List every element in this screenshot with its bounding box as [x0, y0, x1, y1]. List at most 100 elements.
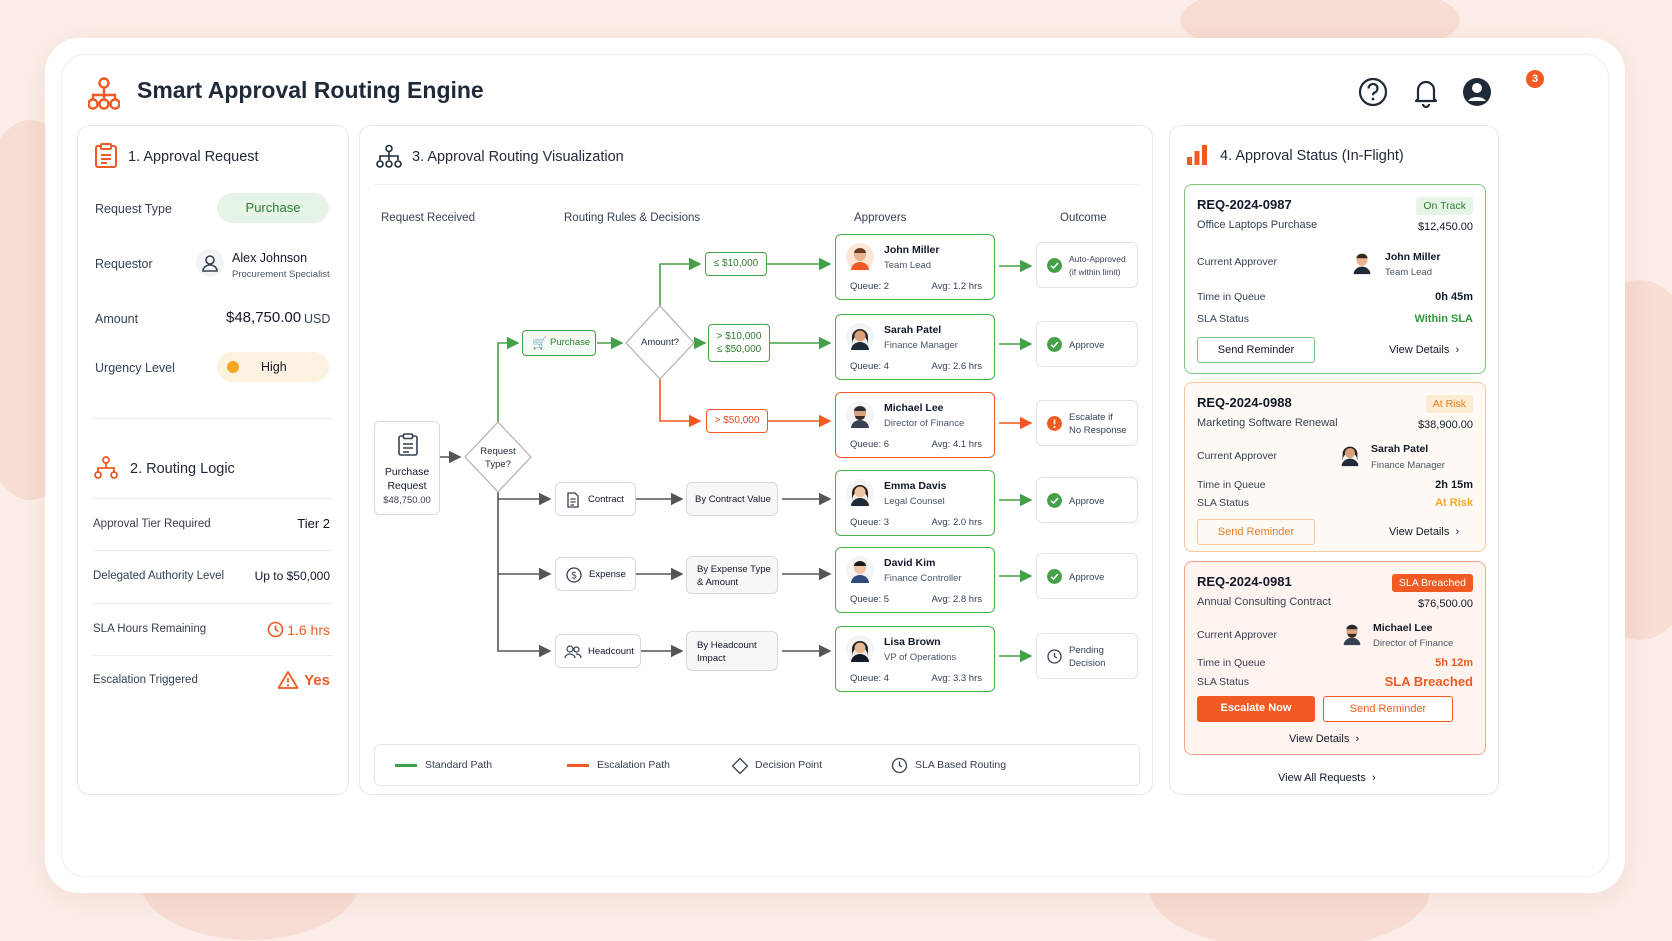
alert-circle-icon [1047, 416, 1062, 431]
help-icon[interactable] [1356, 75, 1390, 109]
time-in-queue-label: Time in Queue [1197, 479, 1266, 491]
approver-avg: Avg: 4.1 hrs [931, 439, 982, 450]
view-all-requests-link[interactable]: View All Requests › [1278, 772, 1376, 784]
sla-status-value: At Risk [1435, 497, 1473, 509]
send-reminder-button[interactable]: Send Reminder [1197, 519, 1315, 545]
approver-card-michael-lee[interactable]: Michael Lee Director of Finance Queue: 6… [835, 392, 995, 458]
outcome-line2: (if within limit) [1069, 267, 1121, 277]
clock-icon [1047, 649, 1062, 664]
tier-value: Tier 2 [297, 516, 330, 531]
sla-hours-value: 1.6 hrs [287, 622, 330, 638]
bar-chart-icon [1187, 145, 1207, 165]
status-card-req-0981[interactable]: REQ-2024-0981 Annual Consulting Contract… [1184, 561, 1486, 755]
approver-queue: Queue: 2 [850, 281, 890, 292]
app-frame: Smart Approval Routing Engine 3 1. Appro… [61, 54, 1609, 877]
clipboard-icon [95, 143, 117, 168]
headcount-rule-node: By Headcount Impact [686, 631, 778, 671]
view-all-text: View All Requests [1278, 772, 1366, 784]
status-panel-title: 4. Approval Status (In-Flight) [1220, 148, 1404, 164]
escalation-value: Yes [304, 672, 330, 689]
purchase-request-node[interactable]: Purchase Request $48,750.00 [374, 421, 440, 515]
legend-sla-routing: SLA Based Routing [915, 759, 1007, 771]
status-card-req-0988[interactable]: REQ-2024-0988 Marketing Software Renewal… [1184, 382, 1486, 552]
user-avatar-icon[interactable] [1460, 75, 1494, 109]
contract-rule-node: By Contract Value [686, 482, 778, 516]
outcome-line1: Approve [1069, 340, 1105, 351]
request-desc: Office Laptops Purchase [1197, 219, 1318, 231]
routing-logic-title: 2. Routing Logic [130, 461, 235, 477]
outcome-line2: Decision [1069, 658, 1106, 669]
row-divider [93, 603, 333, 604]
approver-card-john-miller[interactable]: John Miller Team Lead Queue: 2 Avg: 1.2 … [835, 234, 995, 300]
tier-label: Approval Tier Required [93, 518, 211, 530]
approver-queue: Queue: 5 [850, 594, 890, 605]
warning-icon [277, 671, 299, 689]
avatar-icon [1337, 441, 1363, 467]
amount-label: Amount [95, 312, 139, 326]
approver-name: Sarah Patel [884, 324, 942, 336]
notification-badge: 3 [1526, 70, 1544, 88]
source-amount: $48,750.00 [383, 495, 431, 506]
avatar-icon [846, 401, 874, 429]
approver-card-lisa-brown[interactable]: Lisa Brown VP of Operations Queue: 4 Avg… [835, 626, 995, 692]
approver-card-david-kim[interactable]: David Kim Finance Controller Queue: 5 Av… [835, 547, 995, 613]
row-divider [93, 550, 333, 551]
view-details-text: View Details [1389, 526, 1450, 538]
urgency-label: Urgency Level [95, 361, 175, 375]
tier-2-line2: ≤ $50,000 [716, 344, 762, 355]
avatar-icon [846, 556, 874, 584]
avatar-icon [846, 323, 874, 351]
approver-name: Michael Lee [884, 402, 944, 414]
view-details-link[interactable]: View Details › [1389, 526, 1459, 538]
outcome-approve-3: Approve [1036, 553, 1138, 599]
app-title: Smart Approval Routing Engine [137, 77, 484, 103]
request-panel: 1. Approval Request Request Type Purchas… [77, 125, 349, 795]
amount-currency: USD [304, 312, 331, 326]
approver-role: Finance Manager [1371, 460, 1445, 471]
tier-2-tag: > $10,000 ≤ $50,000 [708, 324, 770, 362]
request-desc: Annual Consulting Contract [1197, 596, 1331, 608]
avatar-icon [846, 635, 874, 663]
outcome-line1: Escalate if [1069, 412, 1113, 423]
outcome-approve-2: Approve [1036, 477, 1138, 523]
status-card-req-0987[interactable]: REQ-2024-0987 Office Laptops Purchase On… [1184, 184, 1486, 374]
person-icon [196, 249, 224, 277]
avatar-icon [1339, 620, 1365, 646]
request-id: REQ-2024-0988 [1197, 395, 1292, 410]
approver-avg: Avg: 2.6 hrs [931, 361, 982, 372]
avatar-icon [846, 479, 874, 507]
notification-bell-icon[interactable] [1409, 75, 1443, 109]
check-circle-icon [1047, 258, 1062, 273]
escalate-now-button[interactable]: Escalate Now [1197, 696, 1315, 722]
view-details-link[interactable]: View Details › [1289, 733, 1359, 745]
headcount-type-node[interactable]: Headcount [555, 634, 641, 668]
avatar-icon [1349, 249, 1375, 275]
request-type-label: Request Type [95, 202, 172, 216]
contract-type-node[interactable]: Contract [555, 482, 636, 516]
approver-card-sarah-patel[interactable]: Sarah Patel Finance Manager Queue: 4 Avg… [835, 314, 995, 380]
chevron-right-icon: › [1452, 344, 1460, 356]
expense-rule-line2: & Amount [697, 577, 739, 588]
row-divider [93, 655, 333, 656]
purchase-branch-node[interactable]: 🛒 Purchase [522, 330, 596, 356]
outcome-line1: Pending [1069, 645, 1104, 656]
sla-status-label: SLA Status [1197, 313, 1249, 325]
request-amount: $76,500.00 [1417, 598, 1473, 610]
expense-rule-line1: By Expense Type [697, 564, 771, 575]
headcount-rule-line2: Impact [697, 653, 726, 664]
approver-name: Emma Davis [884, 480, 947, 492]
status-badge: SLA Breached [1391, 574, 1473, 592]
request-amount: $38,900.00 [1417, 419, 1473, 431]
expense-type-node[interactable]: $ Expense [555, 557, 636, 591]
approver-name: John Miller [884, 244, 940, 256]
time-in-queue-value: 0h 45m [1435, 291, 1473, 303]
urgency-dot-icon [227, 361, 239, 373]
approver-card-emma-davis[interactable]: Emma Davis Legal Counsel Queue: 3 Avg: 2… [835, 470, 995, 536]
current-approver-label: Current Approver [1197, 629, 1277, 641]
decision-amount: Amount? [640, 337, 680, 348]
routing-legend: Standard Path Escalation Path Decision P… [374, 744, 1140, 786]
check-circle-icon [1047, 337, 1062, 352]
view-details-link[interactable]: View Details › [1389, 344, 1459, 356]
send-reminder-button[interactable]: Send Reminder [1197, 337, 1315, 363]
send-reminder-button[interactable]: Send Reminder [1323, 696, 1453, 722]
